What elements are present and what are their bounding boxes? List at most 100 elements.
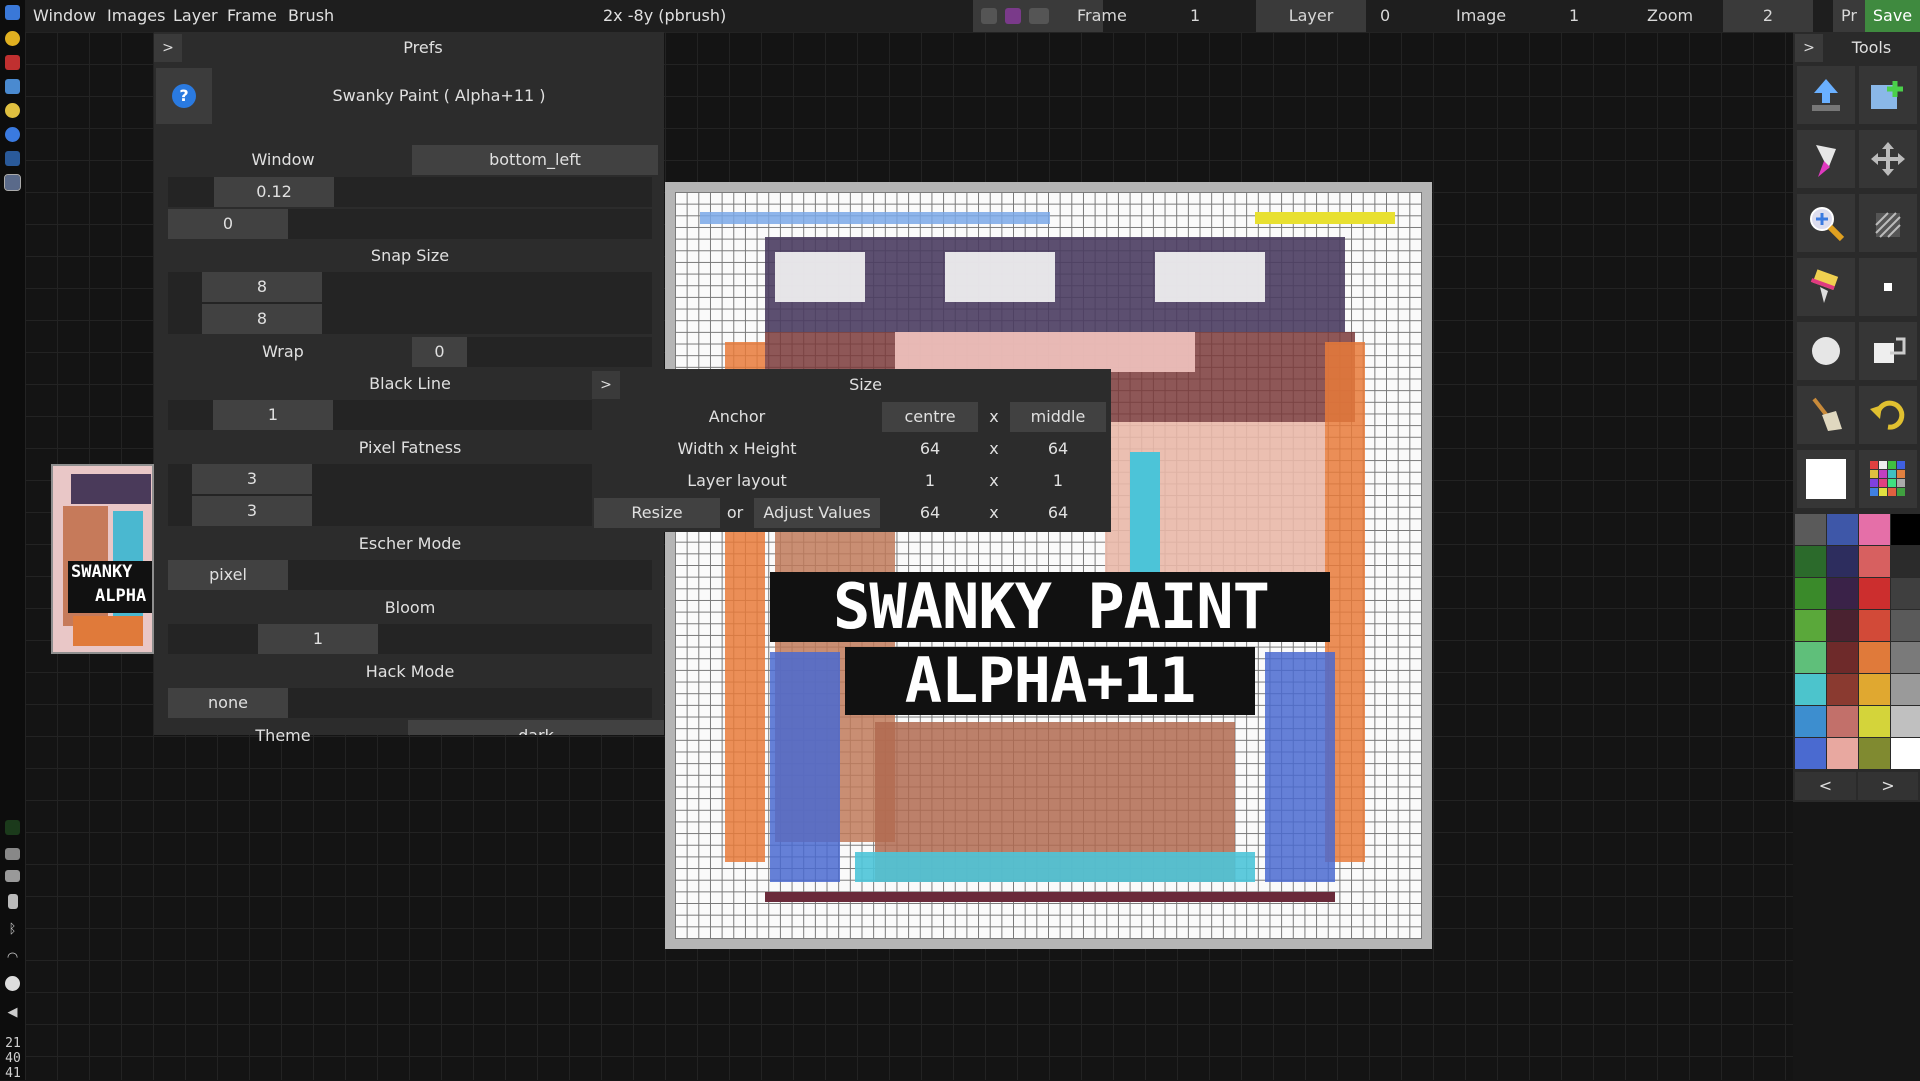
document-icon[interactable] [5,55,20,70]
layer-shift-icon[interactable] [1859,322,1917,380]
palette-swatch[interactable] [1795,578,1826,609]
palette-swatch[interactable] [1795,738,1826,769]
window-position-dropdown[interactable]: bottom_left [412,145,658,175]
layer-value[interactable]: 0 [1380,0,1390,32]
new-image-icon[interactable] [1859,66,1917,124]
pixel-fatness-control[interactable]: 3 3 [168,464,652,526]
palette-swatch[interactable] [1827,706,1858,737]
palette-swatch[interactable] [1827,546,1858,577]
paint-brush-icon[interactable] [1797,258,1855,316]
chat-icon[interactable] [5,103,20,118]
zoom-icon[interactable] [1797,194,1855,252]
palette-swatch[interactable] [1891,610,1920,641]
palette-swatch[interactable] [1827,738,1858,769]
window-scale-slider[interactable]: 0.12 [168,177,652,207]
bloom-slider[interactable]: 1 [168,624,652,654]
palette-swatch[interactable] [1795,674,1826,705]
volume-icon[interactable]: ◀ [5,1005,20,1020]
palette-swatch[interactable] [1859,514,1890,545]
image-value[interactable]: 1 [1569,0,1579,32]
broom-icon[interactable] [1797,386,1855,444]
menu-window[interactable]: Window [33,0,96,32]
adjust-height-input[interactable]: 64 [1010,497,1106,529]
upload-icon[interactable] [1797,66,1855,124]
black-line-slider[interactable]: 1 [168,400,652,430]
escher-mode-selector[interactable]: pixel [168,560,652,590]
bluetooth-icon[interactable]: ᛒ [5,922,20,937]
wrap-slider[interactable]: 0 [412,337,652,367]
palette-prev-button[interactable]: < [1795,772,1856,800]
prefs-expander-button[interactable]: > [154,34,182,62]
palette-swatch[interactable] [1859,578,1890,609]
tools-expander-button[interactable]: > [1795,34,1823,62]
folder-icon[interactable] [5,79,20,94]
help-button[interactable]: ? [156,68,212,124]
swanky-paint-icon[interactable] [4,174,21,191]
adjust-width-input[interactable]: 64 [882,497,978,529]
undo-icon[interactable] [1859,386,1917,444]
frame-value[interactable]: 1 [1190,0,1200,32]
wifi-icon[interactable]: ◠ [5,950,20,965]
anchor-x-button[interactable]: centre [882,402,978,432]
palette-swatch[interactable] [1891,706,1920,737]
palette-swatch[interactable] [1827,610,1858,641]
move-icon[interactable] [1859,130,1917,188]
palette-swatch[interactable] [1827,674,1858,705]
circle-icon[interactable] [1797,322,1855,380]
palette-swatch[interactable] [1891,546,1920,577]
brush-pen-icon[interactable] [1797,130,1855,188]
palette-swatch[interactable] [1827,642,1858,673]
palette-swatch[interactable] [1795,610,1826,641]
download-icon[interactable] [5,127,20,142]
pixel-canvas[interactable]: SWANKY PAINT ALPHA+11 [675,192,1422,939]
hack-mode-selector[interactable]: none [168,688,652,718]
save-button[interactable]: Save [1865,0,1920,32]
palette-swatch[interactable] [1859,610,1890,641]
layout-x-input[interactable]: 1 [882,465,978,497]
palette-swatch[interactable] [1827,578,1858,609]
vscode-icon[interactable] [5,151,20,166]
snap-size-control[interactable]: 8 8 [168,272,652,334]
palette-swatch[interactable] [1891,578,1920,609]
battery-icon[interactable] [8,894,18,909]
menu-brush[interactable]: Brush [288,0,334,32]
width-input[interactable]: 64 [882,433,978,465]
palette-swatch[interactable] [1891,674,1920,705]
palette-swatch[interactable] [1891,514,1920,545]
pixel-dot-icon[interactable] [1859,258,1917,316]
steam-icon[interactable] [5,976,20,991]
tray-monitor-icon[interactable] [5,820,20,835]
height-input[interactable]: 64 [1010,433,1106,465]
palette-swatch[interactable] [1891,738,1920,769]
clipboard-icon[interactable] [5,870,20,882]
layout-y-input[interactable]: 1 [1010,465,1106,497]
dither-icon[interactable] [1859,194,1917,252]
white-color-icon[interactable] [1797,450,1855,508]
image-thumbnail[interactable]: SWANKY ALPHA [51,464,154,654]
onion-skin-icon[interactable] [1005,8,1021,24]
window-offset-slider[interactable]: 0 [168,209,652,239]
pr-button[interactable]: Pr [1833,0,1865,32]
palette-swatch[interactable] [1859,642,1890,673]
palette-swatch[interactable] [1795,642,1826,673]
palette-swatch[interactable] [1859,674,1890,705]
theme-dropdown[interactable]: dark [408,720,664,735]
palette-swatch[interactable] [1795,546,1826,577]
size-expander-button[interactable]: > [592,371,620,399]
browser-icon[interactable] [5,31,20,46]
camera-icon[interactable] [1029,8,1049,24]
palette-swatch[interactable] [1795,706,1826,737]
zoom-value[interactable]: 2 [1723,0,1813,32]
palette-next-button[interactable]: > [1858,772,1918,800]
palette-swatch[interactable] [1795,514,1826,545]
palette-swatch[interactable] [1859,738,1890,769]
anchor-y-button[interactable]: middle [1010,402,1106,432]
app-launcher-icon[interactable] [5,5,20,20]
palette-swatch[interactable] [1859,706,1890,737]
palette-grid-icon[interactable] [1859,450,1917,508]
keyboard-icon[interactable] [5,848,20,860]
resize-button[interactable]: Resize [594,498,720,528]
menu-layer[interactable]: Layer [173,0,218,32]
palette-swatch[interactable] [1859,546,1890,577]
record-icon[interactable] [981,8,997,24]
